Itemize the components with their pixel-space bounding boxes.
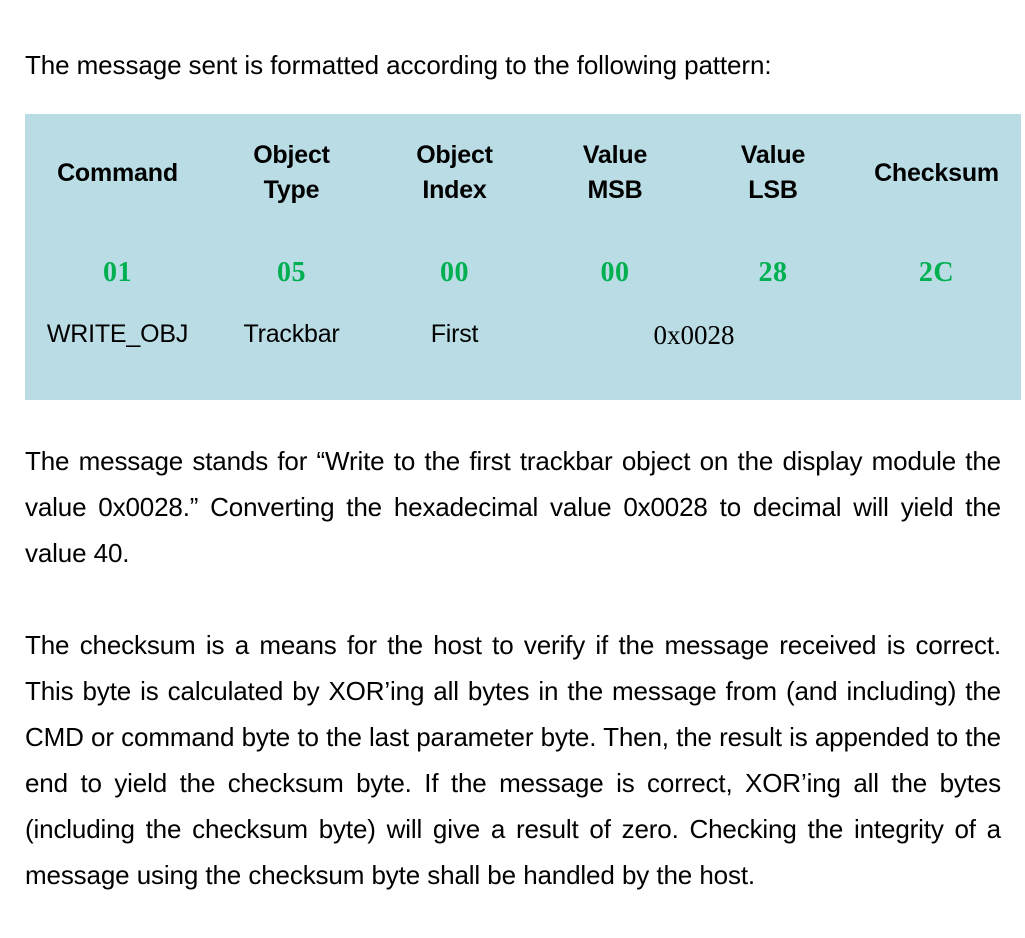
header-cell-value-msb: Value MSB (536, 114, 694, 234)
description-command: WRITE_OBJ (25, 312, 210, 400)
header-value-msb-line1: Value (582, 141, 648, 169)
header-cell-checksum: Checksum (852, 114, 1021, 234)
header-cell-object-type: Object Type (210, 114, 373, 234)
description-object-type: Trackbar (210, 312, 373, 400)
hex-value-value-msb: 00 (536, 234, 694, 312)
header-value-lsb-line2: LSB (748, 176, 798, 204)
header-object-index-line2: Index (422, 176, 487, 204)
hex-value-object-index: 00 (373, 234, 536, 312)
header-cell-value-lsb: Value LSB (694, 114, 852, 234)
description-value: 0x0028 (536, 312, 852, 400)
message-table-container: Command Object Type Object Index Value M… (25, 114, 1021, 400)
hex-value-command: 01 (25, 234, 210, 312)
hex-value-checksum: 2C (852, 234, 1021, 312)
table-description-row: WRITE_OBJ Trackbar First 0x0028 (25, 312, 1021, 400)
description-checksum (852, 312, 1021, 400)
header-command-line1: Command (57, 158, 178, 187)
header-object-type-line2: Type (263, 176, 320, 204)
header-value-msb-line2: MSB (587, 176, 643, 204)
hex-value-object-type: 05 (210, 234, 373, 312)
header-cell-command: Command (25, 114, 210, 234)
header-value-lsb-line1: Value (740, 141, 806, 169)
intro-paragraph: The message sent is formatted according … (25, 50, 772, 80)
body-paragraph-2: The checksum is a means for the host to … (25, 630, 1001, 890)
header-checksum-line1: Checksum (874, 158, 999, 187)
body-paragraph-1: The message stands for “Write to the fir… (25, 446, 1001, 568)
description-object-index: First (373, 312, 536, 400)
hex-value-value-lsb: 28 (694, 234, 852, 312)
header-object-type-line1: Object (253, 141, 330, 169)
header-object-index-line1: Object (416, 141, 493, 169)
table-header-row: Command Object Type Object Index Value M… (25, 114, 1021, 234)
header-cell-object-index: Object Index (373, 114, 536, 234)
table-hex-values-row: 01 05 00 00 28 2C (25, 234, 1021, 312)
document-page: The message sent is formatted according … (0, 26, 1025, 938)
message-format-table: Command Object Type Object Index Value M… (25, 114, 1021, 400)
